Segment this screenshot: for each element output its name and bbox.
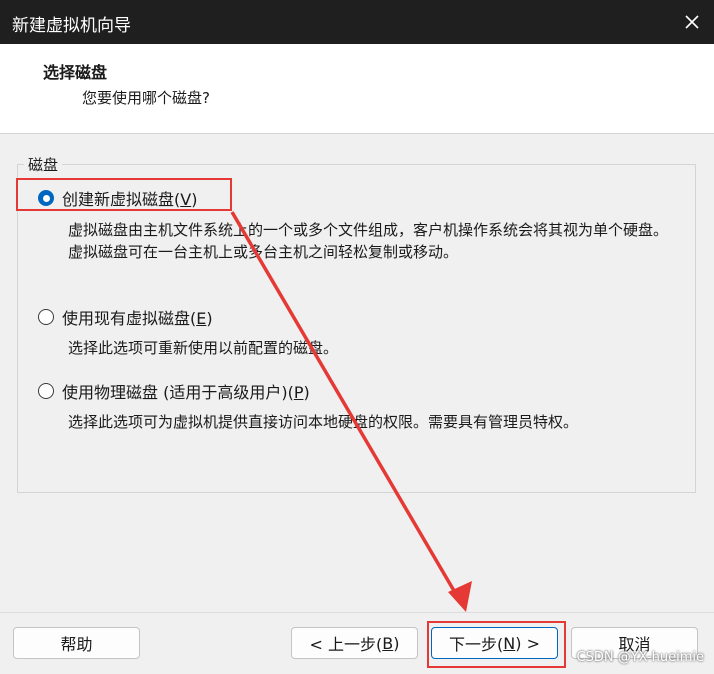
help-button[interactable]: 帮助 xyxy=(13,627,140,659)
groupbox-label: 磁盘 xyxy=(24,154,63,175)
radio-unchecked-icon xyxy=(38,383,54,399)
back-button[interactable]: < 上一步(B) xyxy=(291,627,418,659)
radio-use-existing-disk[interactable]: 使用现有虚拟磁盘(E) xyxy=(38,305,213,329)
window-title: 新建虚拟机向导 xyxy=(12,16,131,36)
radio-unchecked-icon xyxy=(38,309,54,325)
option-description: 虚拟磁盘由主机文件系统上的一个或多个文件组成，客户机操作系统会将其视为单个硬盘。… xyxy=(68,221,669,261)
wizard-header: 选择磁盘 您要使用哪个磁盘? xyxy=(0,44,714,134)
title-bar: 新建虚拟机向导 xyxy=(0,0,714,44)
option-label: 使用现有虚拟磁盘(E) xyxy=(62,309,213,328)
close-icon xyxy=(685,15,699,29)
close-button[interactable] xyxy=(670,0,714,44)
page-title: 选择磁盘 xyxy=(43,63,108,82)
footer-divider xyxy=(0,612,714,613)
annotation-highlight-box xyxy=(16,178,232,211)
watermark: CSDN @YX-hueimie xyxy=(576,650,704,665)
annotation-highlight-box xyxy=(427,621,566,668)
option-description: 选择此选项可重新使用以前配置的磁盘。 xyxy=(68,339,339,357)
option-label: 使用物理磁盘 (适用于高级用户)(P) xyxy=(62,383,310,402)
radio-use-physical-disk[interactable]: 使用物理磁盘 (适用于高级用户)(P) xyxy=(38,379,310,403)
page-subtitle: 您要使用哪个磁盘? xyxy=(82,89,210,107)
option-description: 选择此选项可为虚拟机提供直接访问本地硬盘的权限。需要具有管理员特权。 xyxy=(68,413,579,431)
